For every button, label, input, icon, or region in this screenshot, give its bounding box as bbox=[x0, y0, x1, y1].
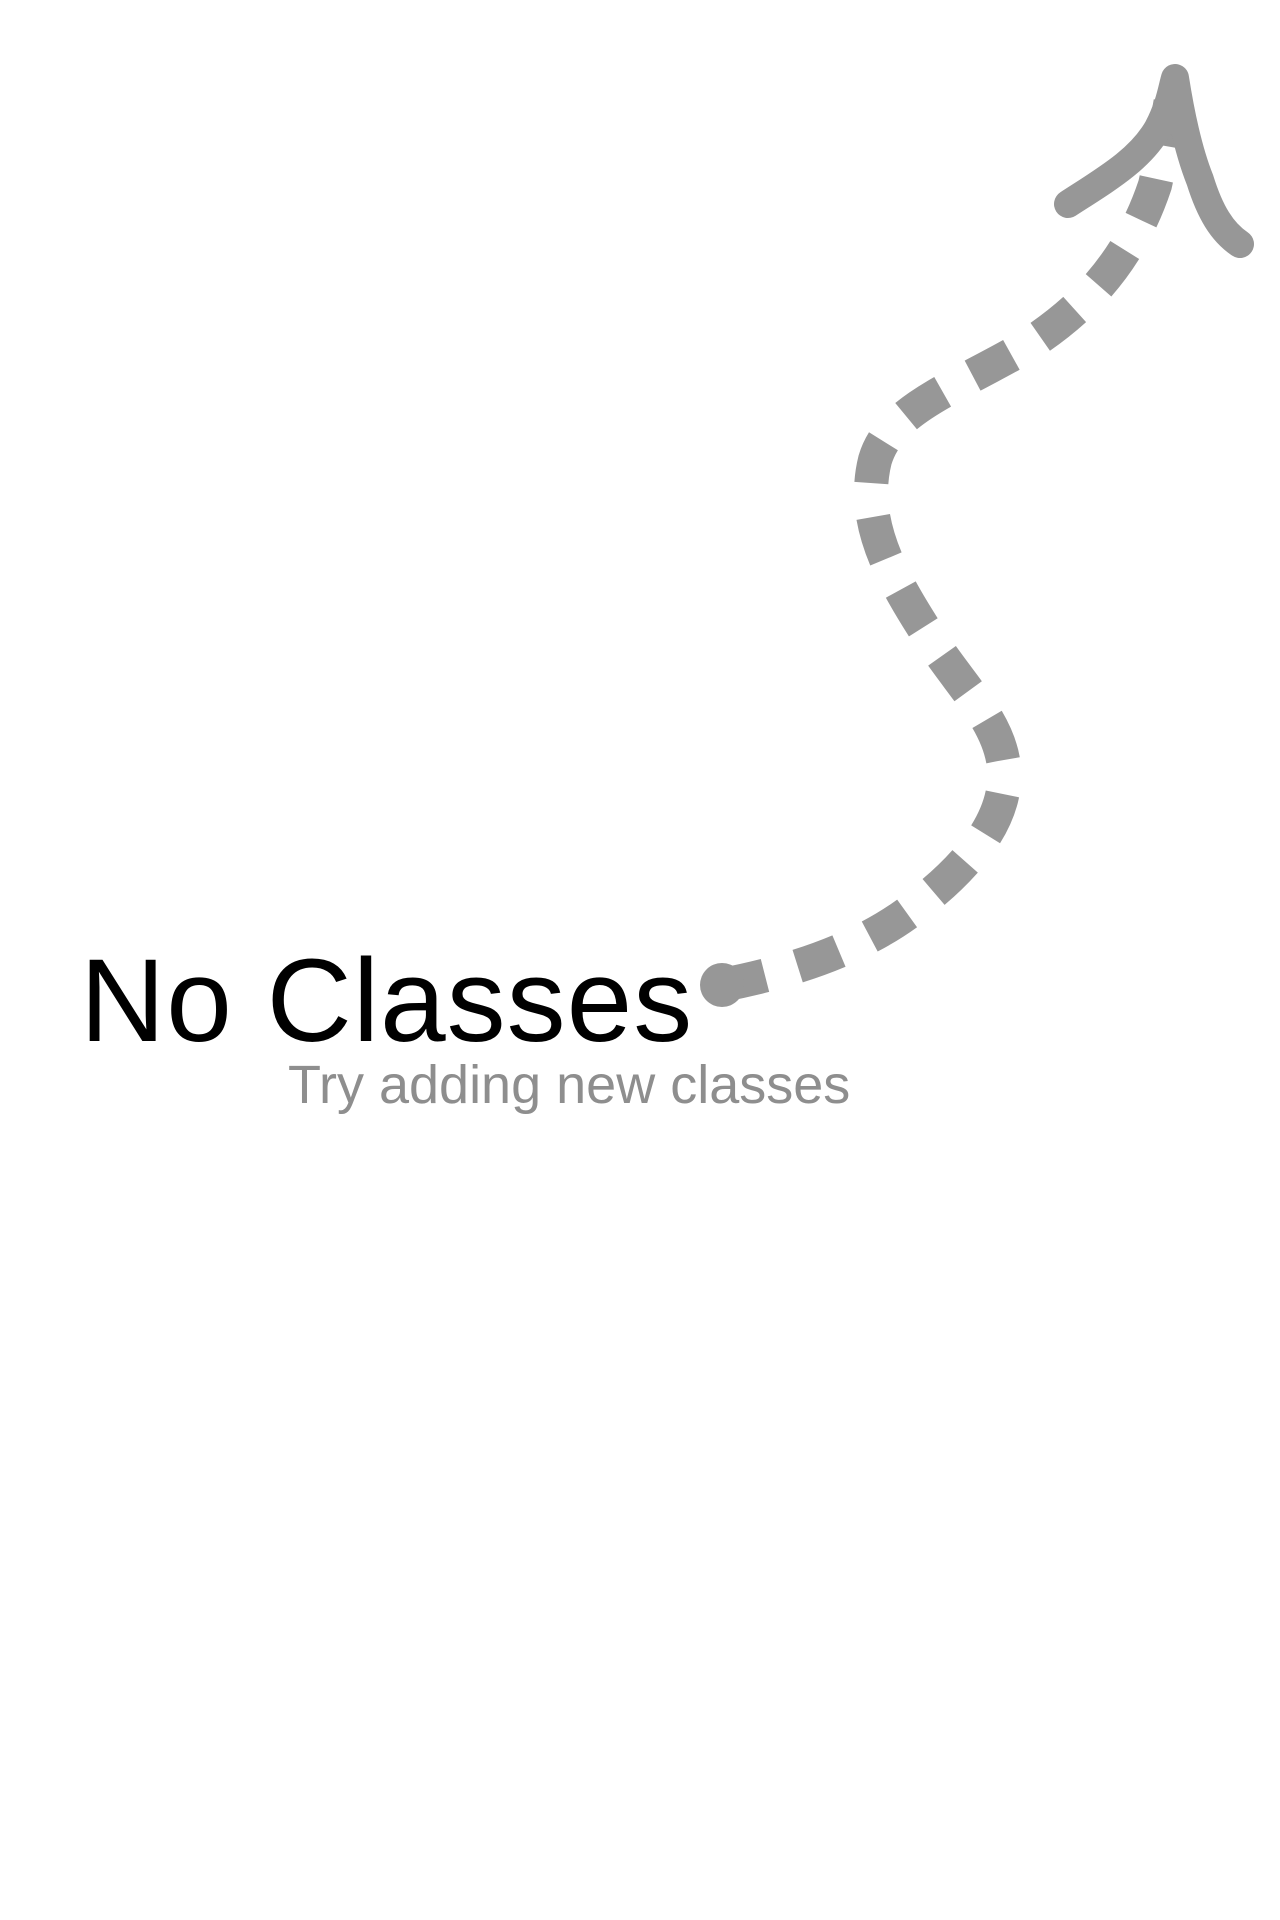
empty-state-title: No Classes bbox=[80, 935, 694, 1067]
arrow-start-dot bbox=[700, 963, 744, 1007]
empty-state-subtitle: Try adding new classes bbox=[288, 1055, 851, 1115]
empty-classes-screen: No Classes Try adding new classes bbox=[0, 0, 1280, 1920]
arrow-dashed-path bbox=[718, 75, 1192, 1002]
arrow-head bbox=[1054, 64, 1254, 258]
